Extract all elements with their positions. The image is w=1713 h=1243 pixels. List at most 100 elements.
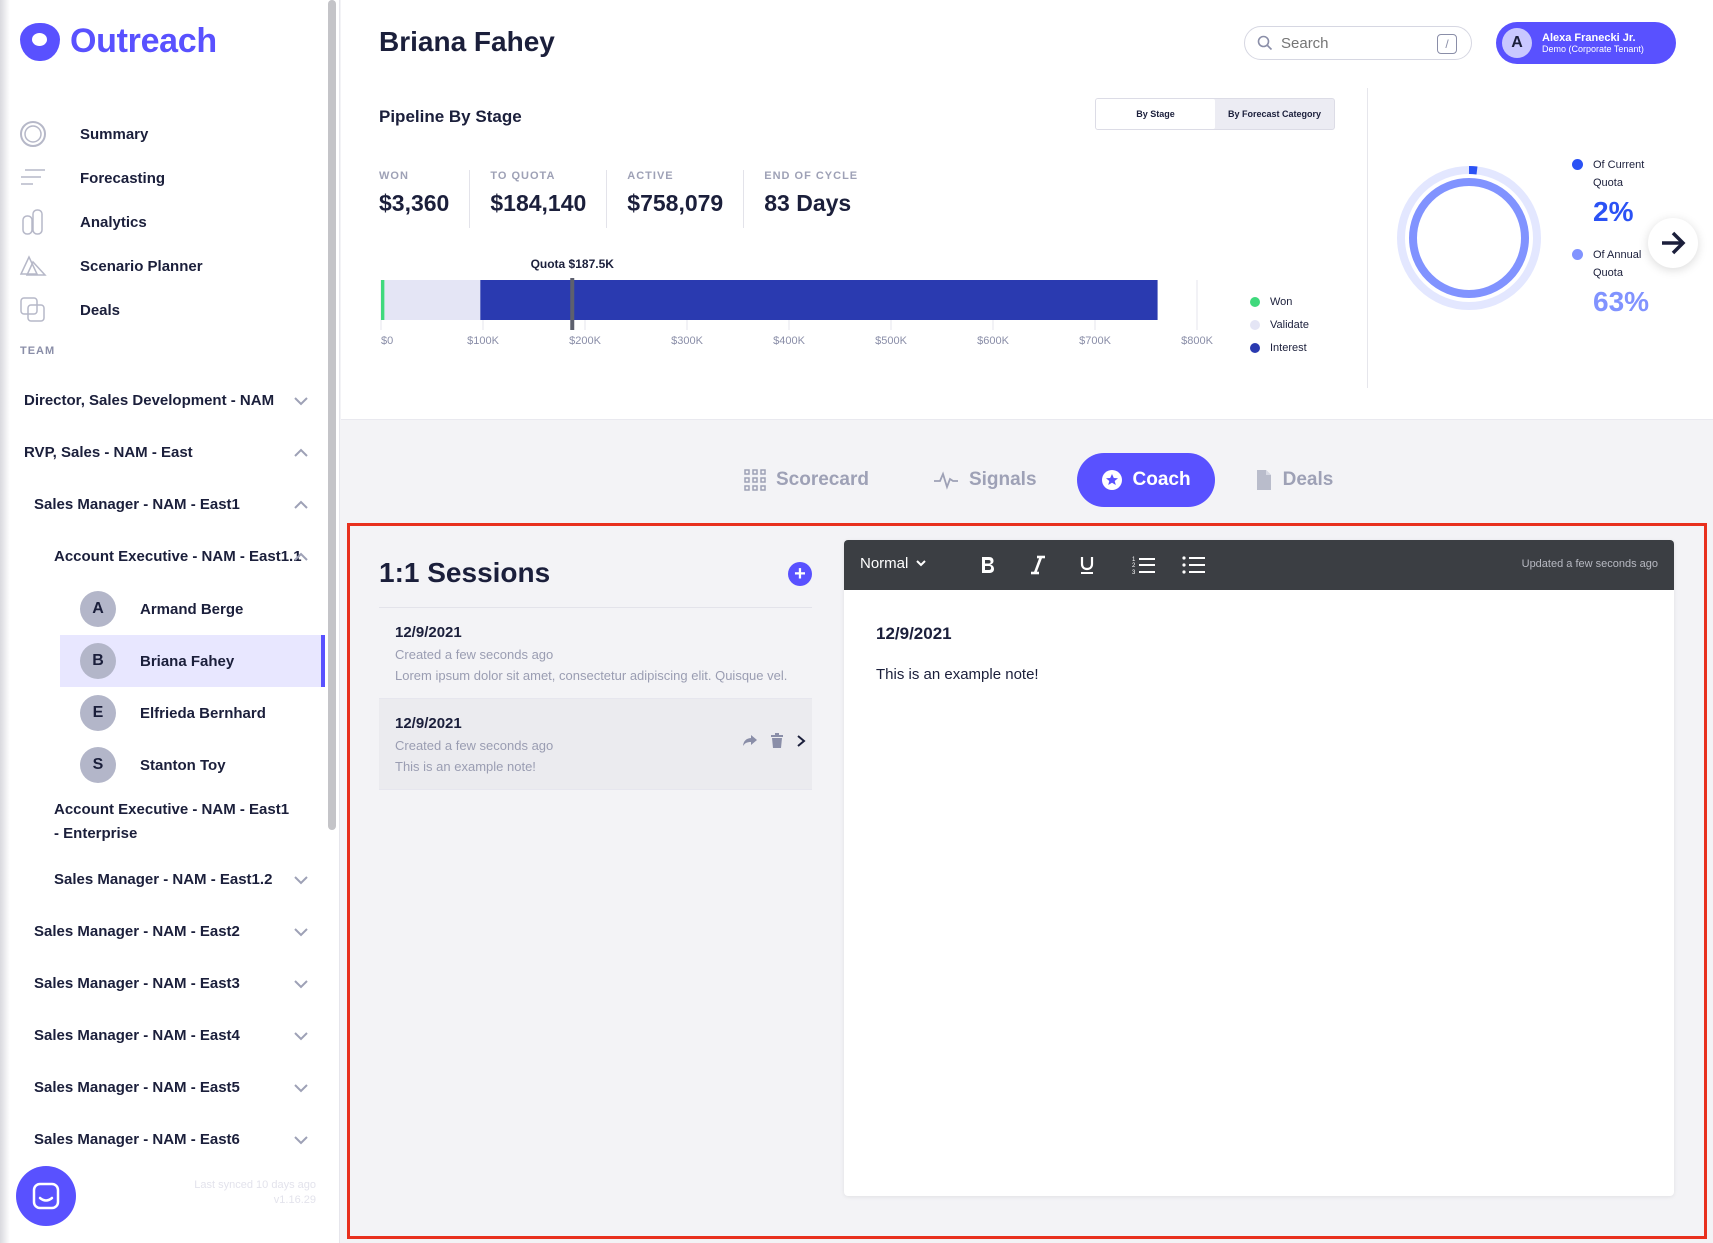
add-session-button[interactable]: + [788,562,812,586]
note-title[interactable]: 12/9/2021 [876,624,1642,644]
nav-item-deals[interactable]: Deals [18,288,318,332]
team-member-briana-fahey[interactable]: B Briana Fahey [60,635,325,687]
note-text[interactable]: This is an example note! [876,666,1642,683]
bar-segment-won [381,280,385,320]
tab-scorecard[interactable]: Scorecard [720,453,893,507]
quota-marker [570,278,575,330]
tab-deals[interactable]: Deals [1231,453,1358,507]
team-group-sm-east4[interactable]: Sales Manager - NAM - East4 [0,1022,320,1050]
team-group-sm-east1-2[interactable]: Sales Manager - NAM - East1.2 [0,866,320,894]
x-tick-label: $400K [773,335,805,347]
last-synced-text: Last synced 10 days ago [194,1179,316,1191]
user-name: Alexa Franecki Jr. [1542,31,1636,44]
chevron-down-icon[interactable] [292,923,310,941]
team-group-sm-east5[interactable]: Sales Manager - NAM - East5 [0,1074,320,1102]
legend-dot [1250,342,1260,353]
annual-quota-value: 63% [1593,286,1650,317]
stat-value: 83 Days [764,190,852,216]
chevron-down-icon[interactable] [292,975,310,993]
team-member-armand-berge[interactable]: A Armand Berge [60,583,325,635]
svg-text:3: 3 [1132,570,1136,575]
team-group-ae-east1-1[interactable]: Account Executive - NAM - East1.1 [0,543,320,571]
chevron-down-icon[interactable] [292,1027,310,1045]
legend-label: Won [1270,295,1293,308]
chevron-up-icon[interactable] [292,496,310,514]
nav-item-analytics[interactable]: Analytics [18,200,318,244]
share-icon[interactable] [742,734,758,748]
nav-label: Summary [80,125,149,143]
bullet-list-icon [1182,556,1205,574]
chevron-right-icon[interactable] [796,734,806,748]
editor-content[interactable]: 12/9/2021 This is an example note! [844,590,1674,717]
updated-status: Updated a few seconds ago [1521,558,1658,570]
trash-icon[interactable] [770,733,784,749]
sync-status: Last synced 10 days ago v1.16.29 [180,1178,316,1208]
toggle-by-forecast-category[interactable]: By Forecast Category [1215,99,1334,129]
tab-coach[interactable]: Coach [1076,453,1215,507]
sidebar-scrollbar[interactable] [328,0,336,830]
session-item[interactable]: 12/9/2021 Created a few seconds ago Lore… [379,608,812,699]
chevron-up-icon[interactable] [292,548,310,566]
team-group-sm-east1[interactable]: Sales Manager - NAM - East1 [0,491,320,519]
team-group-rvp-east[interactable]: RVP, Sales - NAM - East [0,439,320,467]
chevron-down-icon[interactable] [292,1079,310,1097]
chevron-down-icon[interactable] [292,871,310,889]
stat-value: $184,140 [490,190,587,216]
search-input[interactable] [1281,34,1431,52]
nav-item-scenario-planner[interactable]: Scenario Planner [18,244,318,288]
search-box[interactable]: / [1244,26,1472,60]
bar-segment-interest [480,280,1158,320]
user-menu-button[interactable]: A Alexa Franecki Jr. Demo (Corporate Ten… [1496,22,1676,64]
main-nav: Summary Forecasting Analytics Scenario P… [18,112,318,332]
avatar: B [80,643,116,679]
chevron-down-icon[interactable] [292,392,310,410]
toggle-by-stage[interactable]: By Stage [1096,99,1215,129]
session-created: Created a few seconds ago [395,647,554,662]
team-group-label: Sales Manager - NAM - East4 [34,1027,240,1044]
pipeline-bar-chart: $0 $100K $200K $300K $400K $500K $600K $700K $80… [380,257,1214,347]
team-group-sm-east2[interactable]: Sales Manager - NAM - East2 [0,918,320,946]
arrow-right-icon [1662,231,1686,255]
pipeline-title: Pipeline By Stage [379,107,522,126]
team-group-label: Sales Manager - NAM - East3 [34,975,240,992]
italic-icon [1031,555,1045,575]
text-format-value: Normal [860,555,909,572]
pipeline-legend: Won Validate Interest [1250,290,1309,359]
page-title: Briana Fahey [379,26,555,57]
avatar: A [1502,28,1532,58]
underline-button[interactable] [1073,552,1101,578]
tab-signals[interactable]: Signals [909,453,1061,507]
bold-button[interactable] [974,552,1002,578]
x-tick-label: $800K [1181,335,1213,347]
text-format-select[interactable]: Normal [860,555,928,572]
team-section-label: TEAM [20,345,56,357]
italic-button[interactable] [1024,552,1052,578]
chevron-down-icon[interactable] [292,1131,310,1149]
team-member-stanton-toy[interactable]: S Stanton Toy [60,739,325,791]
chat-launcher-button[interactable] [16,1166,76,1226]
session-item[interactable]: 12/9/2021 Created a few seconds ago This… [379,699,812,790]
team-member-elfrieda-bernhard[interactable]: E Elfrieda Bernhard [60,687,325,739]
nav-item-summary[interactable]: Summary [18,112,318,156]
team-group-sm-east6[interactable]: Sales Manager - NAM - East6 [0,1126,320,1154]
next-arrow-button[interactable] [1648,218,1698,268]
x-tick-label: $600K [977,335,1009,347]
chevron-down-icon [916,559,927,566]
team-group-sm-east3[interactable]: Sales Manager - NAM - East3 [0,970,320,998]
bullet-list-button[interactable] [1180,552,1208,578]
team-group-label: Sales Manager - NAM - East1 [34,496,240,513]
x-tick-label: $300K [671,335,703,347]
legend-item-validate: Validate [1250,313,1309,336]
legend-item-interest: Interest [1250,336,1309,359]
ordered-list-button[interactable]: 123 [1130,552,1158,578]
outreach-logo[interactable]: Outreach [20,22,217,61]
stat-label: END OF CYCLE [764,170,859,182]
team-group-director[interactable]: Director, Sales Development - NAM [0,387,320,415]
chevron-up-icon[interactable] [292,444,310,462]
pipeline-view-toggle: By Stage By Forecast Category [1095,98,1335,130]
sessions-title: 1:1 Sessions [379,557,551,588]
stat-to-quota: TO QUOTA $184,140 [490,170,608,228]
nav-item-forecasting[interactable]: Forecasting [18,156,318,200]
session-created: Created a few seconds ago [395,738,554,753]
team-group-ae-east1-enterprise[interactable]: Account Executive - NAM - East1 - Enterp… [0,798,300,846]
